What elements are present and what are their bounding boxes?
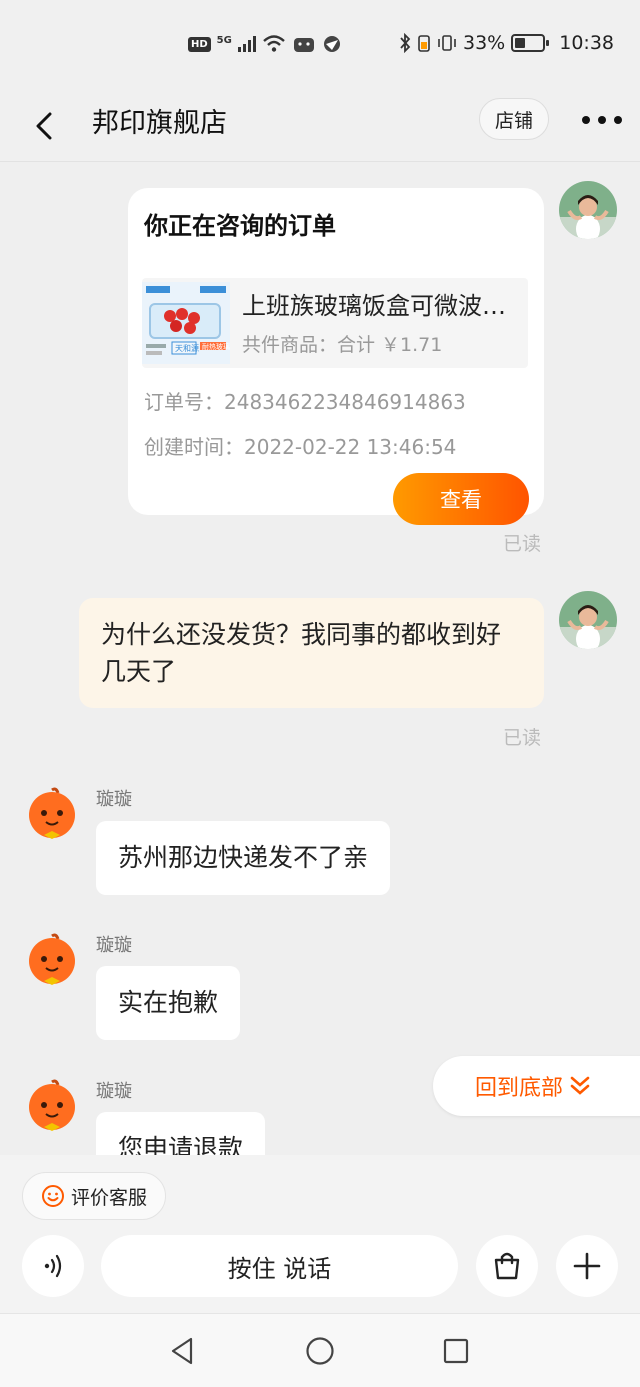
chat-header: 邦印旗舰店 店铺 xyxy=(0,92,640,162)
nav-home-button[interactable] xyxy=(300,1334,340,1368)
more-icon[interactable] xyxy=(582,106,622,134)
bot-message-bubble[interactable]: 实在抱歉 xyxy=(96,966,241,1040)
view-order-button[interactable]: 查看 xyxy=(393,473,529,525)
hd-indicator: HD xyxy=(188,36,211,52)
nav-home-icon xyxy=(306,1337,334,1365)
back-button[interactable] xyxy=(26,106,62,146)
signal-icon xyxy=(237,36,256,52)
bot-avatar[interactable] xyxy=(26,1079,78,1131)
user-avatar[interactable] xyxy=(559,181,617,239)
thumb-tag-left: 天和源 xyxy=(175,344,199,353)
order-number: 订单号：2483462234846914863 xyxy=(144,390,466,414)
bot-name: 璇璇 xyxy=(96,1081,132,1102)
nav-recent-icon xyxy=(443,1338,469,1364)
battery-percent: 33% xyxy=(463,32,506,54)
plus-icon xyxy=(573,1252,601,1280)
more-actions-button[interactable] xyxy=(556,1235,618,1297)
product-name: 上班族玻璃饭盒可微波炉加热 xyxy=(242,292,522,320)
order-product[interactable]: 天和源 耐热玻璃 上班族玻璃饭盒可微波炉加热 共件商品：合计 ￥1.71 xyxy=(142,278,528,368)
order-created-time: 创建时间：2022-02-22 13:46:54 xyxy=(144,435,457,459)
read-receipt: 已读 xyxy=(503,533,542,555)
bag-icon xyxy=(494,1252,520,1280)
smile-icon xyxy=(41,1185,64,1207)
battery-icon xyxy=(511,34,550,52)
chat-area[interactable]: 你正在咨询的订单 天和源 耐热玻璃 上班族玻璃饭盒可微波炉 共件商品：合计 ￥1… xyxy=(0,163,640,1155)
system-nav-bar xyxy=(0,1313,640,1387)
user-avatar[interactable] xyxy=(559,591,617,649)
mascot-icon xyxy=(29,933,75,985)
my-message-bubble[interactable]: 为什么还没发货？我同事的都收到好几天了 xyxy=(79,598,544,708)
store-button[interactable]: 店铺 xyxy=(479,98,549,140)
nav-recent-button[interactable] xyxy=(436,1334,476,1368)
browser-icon xyxy=(323,36,340,52)
status-bar: HD 5G 33% 10:38 xyxy=(0,0,640,92)
back-icon xyxy=(36,112,52,140)
voice-toggle-button[interactable] xyxy=(22,1235,84,1297)
input-bar: 评价客服 按住 说话 xyxy=(0,1155,640,1313)
vibrate-icon xyxy=(438,35,456,51)
bot-message-bubble[interactable]: 您申请退款 xyxy=(96,1112,266,1155)
wifi-icon xyxy=(263,35,285,52)
nav-back-button[interactable] xyxy=(162,1334,202,1368)
order-card[interactable]: 你正在咨询的订单 天和源 耐热玻璃 上班族玻璃饭盒可微波炉 共件商品：合计 ￥1… xyxy=(128,188,544,525)
page-title: 邦印旗舰店 xyxy=(92,108,227,139)
bot-name: 璇璇 xyxy=(96,935,132,956)
mascot-icon xyxy=(29,787,75,839)
nav-back-icon xyxy=(171,1337,193,1365)
chevron-down-double-icon xyxy=(570,1076,590,1095)
5g-indicator: 5G xyxy=(216,34,232,46)
order-summary: 共件商品：合计 ￥1.71 xyxy=(242,334,443,356)
scroll-to-bottom-button[interactable]: 回到底部 xyxy=(433,1056,640,1116)
bot-message-bubble[interactable]: 苏州那边快递发不了亲 xyxy=(96,821,391,895)
status-right: 33% 10:38 xyxy=(399,32,614,54)
product-thumbnail: 天和源 耐热玻璃 xyxy=(142,282,230,364)
shopping-bag-button[interactable] xyxy=(476,1235,538,1297)
mascot-icon xyxy=(29,1079,75,1131)
read-receipt: 已读 xyxy=(503,727,542,749)
thumb-tag-right: 耐热玻璃 xyxy=(202,343,230,351)
scroll-to-bottom-label: 回到底部 xyxy=(475,1076,564,1101)
clock: 10:38 xyxy=(559,32,614,54)
rate-service-button[interactable]: 评价客服 xyxy=(22,1172,166,1220)
bluetooth-icon xyxy=(400,33,411,53)
hold-to-talk-button[interactable]: 按住 说话 xyxy=(101,1235,458,1297)
bot-avatar[interactable] xyxy=(26,933,78,985)
bot-name: 璇璇 xyxy=(96,789,132,810)
battery-saver-icon xyxy=(418,35,430,52)
rate-service-label: 评价客服 xyxy=(70,1186,147,1209)
app-notification-icon xyxy=(293,38,314,52)
order-card-heading: 你正在咨询的订单 xyxy=(144,212,336,240)
voice-icon xyxy=(44,1254,62,1278)
status-left: HD 5G xyxy=(188,34,342,54)
bot-avatar[interactable] xyxy=(26,787,78,839)
